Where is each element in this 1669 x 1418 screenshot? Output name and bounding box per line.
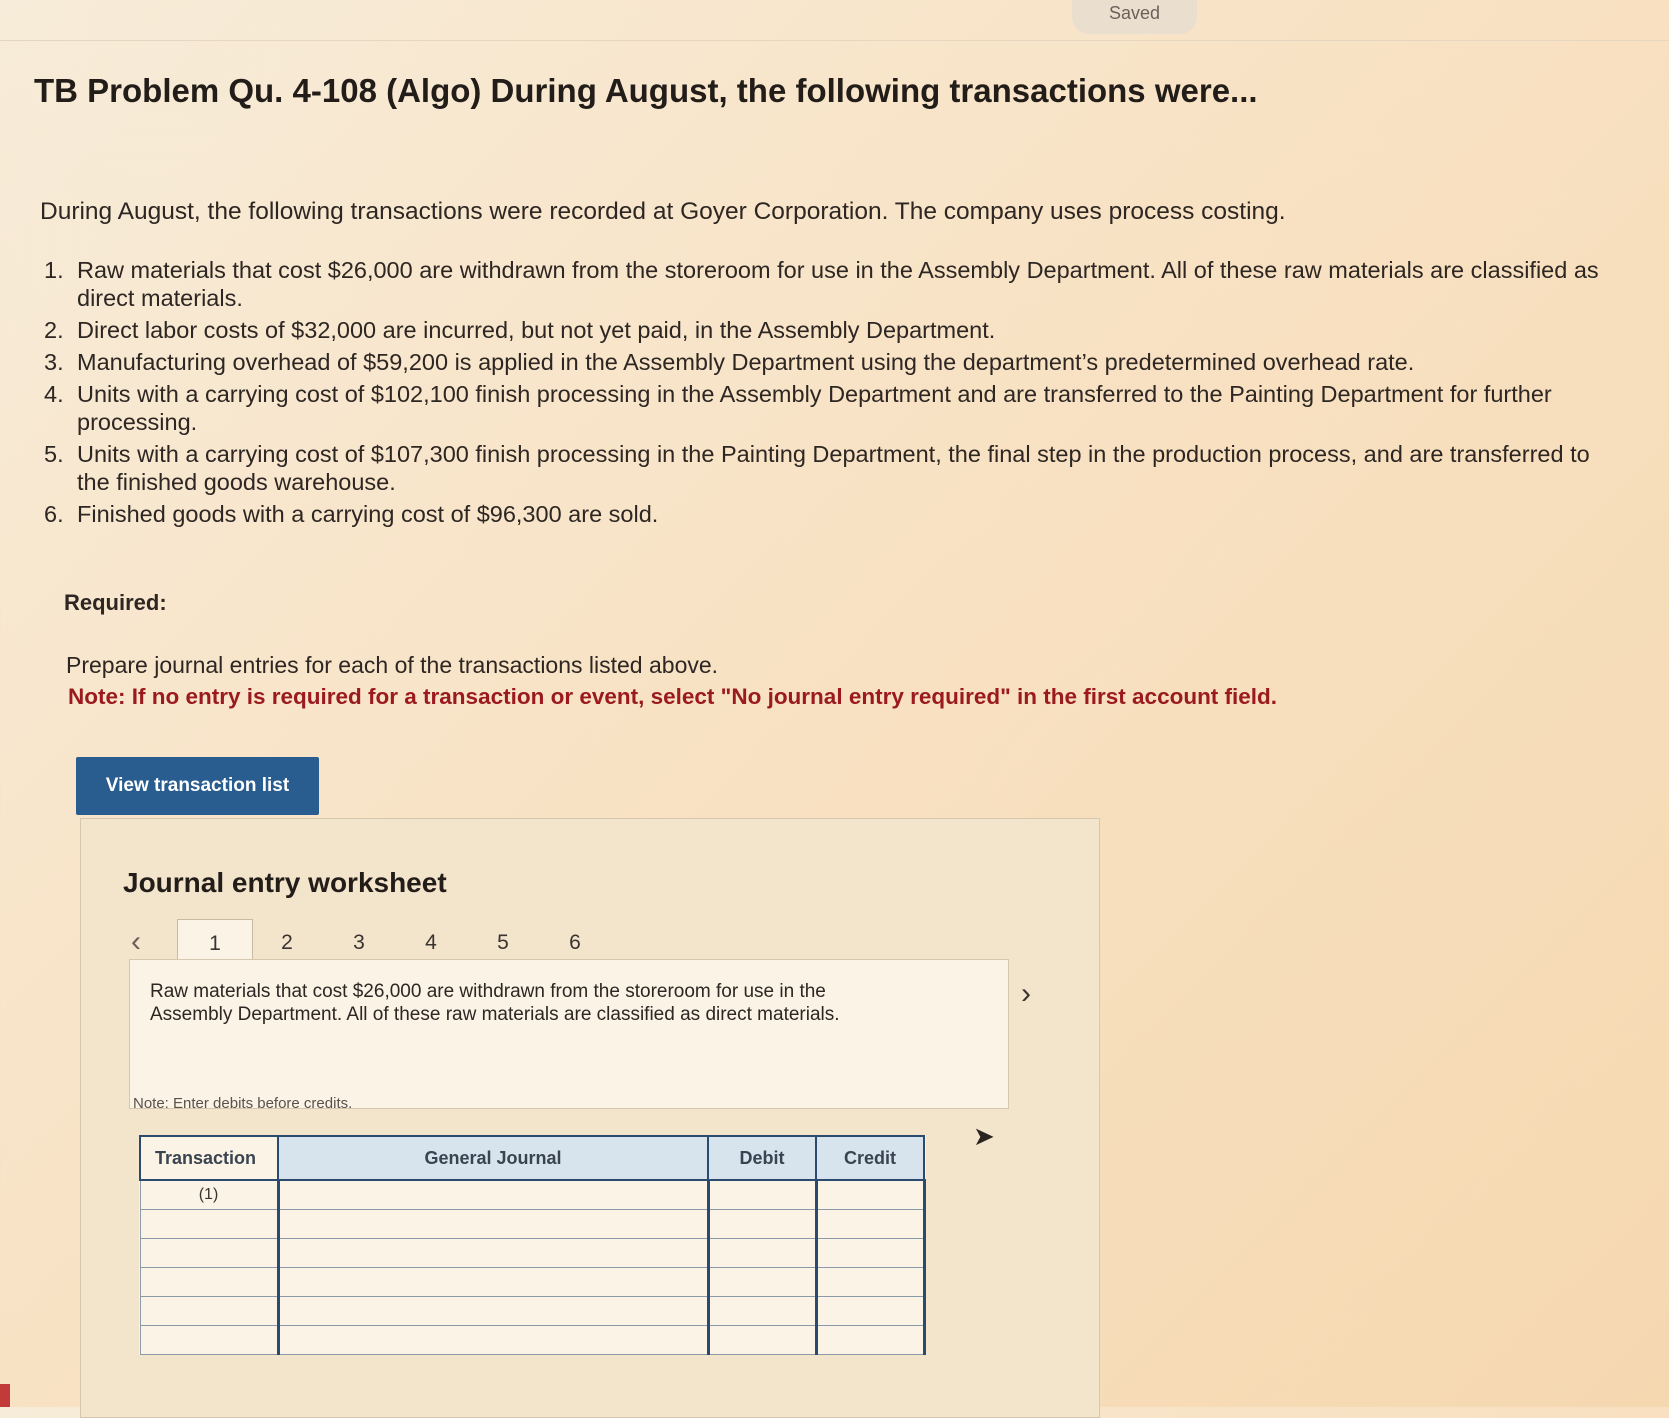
prepare-instruction: Prepare journal entries for each of the … bbox=[66, 652, 719, 678]
saved-status-badge: Saved bbox=[1072, 0, 1197, 34]
transaction-text: Finished goods with a carrying cost of $… bbox=[77, 501, 659, 527]
debit-field[interactable] bbox=[707, 1208, 817, 1239]
required-heading: Required: bbox=[64, 590, 167, 615]
journal-row bbox=[139, 1324, 926, 1355]
credit-field[interactable] bbox=[814, 1208, 926, 1239]
credit-field[interactable] bbox=[814, 1266, 926, 1297]
transaction-cell bbox=[139, 1237, 279, 1268]
debit-field[interactable] bbox=[707, 1295, 817, 1326]
transaction-description: Raw materials that cost $26,000 are with… bbox=[150, 981, 840, 1025]
credit-field[interactable] bbox=[814, 1295, 926, 1326]
journal-entry-worksheet: Journal entry worksheet ‹ 1 2 3 4 5 6 Ra… bbox=[80, 818, 1100, 1418]
transaction-number: 4. bbox=[44, 381, 64, 407]
journal-header-row: Transaction General Journal Debit Credit bbox=[139, 1135, 925, 1181]
chevron-right-icon[interactable]: › bbox=[1021, 977, 1031, 1011]
transaction-cell bbox=[139, 1266, 279, 1297]
red-edge-marker bbox=[0, 1384, 10, 1407]
account-field[interactable] bbox=[276, 1179, 710, 1210]
transaction-number: 5. bbox=[44, 441, 64, 467]
transaction-item: 4. Units with a carrying cost of $102,100… bbox=[44, 380, 1614, 436]
page-title: TB Problem Qu. 4-108 (Algo) During Augus… bbox=[34, 72, 1258, 109]
debit-field[interactable] bbox=[707, 1179, 817, 1210]
transaction-cell bbox=[139, 1208, 279, 1239]
header-credit: Credit bbox=[815, 1135, 925, 1181]
transaction-item: 2. Direct labor costs of $32,000 are incu… bbox=[44, 316, 1614, 344]
transaction-item: 5. Units with a carrying cost of $107,300… bbox=[44, 440, 1614, 496]
transaction-cell: (1) bbox=[139, 1179, 279, 1210]
account-field[interactable] bbox=[276, 1295, 710, 1326]
header-debit: Debit bbox=[707, 1135, 817, 1181]
transaction-item: 3. Manufacturing overhead of $59,200 is a… bbox=[44, 348, 1614, 376]
transaction-text: Manufacturing overhead of $59,200 is app… bbox=[77, 349, 1415, 375]
debit-field[interactable] bbox=[707, 1237, 817, 1268]
journal-row bbox=[139, 1237, 926, 1268]
header-general-journal: General Journal bbox=[277, 1135, 709, 1181]
problem-intro: During August, the following transaction… bbox=[40, 198, 1286, 225]
transaction-text: Units with a carrying cost of $102,100 f… bbox=[77, 381, 1552, 435]
no-entry-note: Note: If no entry is required for a tran… bbox=[68, 684, 1278, 709]
transaction-list: 1. Raw materials that cost $26,000 are wi… bbox=[44, 256, 1614, 532]
header-transaction: Transaction bbox=[139, 1135, 279, 1181]
debits-before-credits-note: Note: Enter debits before credits. bbox=[133, 1095, 353, 1112]
transaction-item: 6. Finished goods with a carrying cost of… bbox=[44, 500, 1614, 528]
worksheet-title: Journal entry worksheet bbox=[123, 867, 447, 898]
credit-field[interactable] bbox=[814, 1179, 926, 1210]
transaction-text: Raw materials that cost $26,000 are with… bbox=[77, 257, 1599, 311]
journal-row bbox=[139, 1295, 926, 1326]
chevron-left-icon[interactable]: ‹ bbox=[131, 925, 141, 959]
journal-row bbox=[139, 1208, 926, 1239]
account-field[interactable] bbox=[276, 1324, 710, 1355]
transaction-number: 2. bbox=[44, 317, 64, 343]
transaction-text: Units with a carrying cost of $107,300 f… bbox=[77, 441, 1590, 495]
transaction-cell bbox=[139, 1295, 279, 1326]
transaction-cell bbox=[139, 1324, 279, 1355]
transaction-text: Direct labor costs of $32,000 are incurr… bbox=[77, 317, 996, 343]
debit-field[interactable] bbox=[707, 1266, 817, 1297]
journal-row: (1) bbox=[139, 1179, 926, 1210]
credit-field[interactable] bbox=[814, 1324, 926, 1355]
journal-table: Transaction General Journal Debit Credit… bbox=[139, 1135, 926, 1355]
account-field[interactable] bbox=[276, 1266, 710, 1297]
transaction-number: 6. bbox=[44, 501, 64, 527]
view-transaction-list-button[interactable]: View transaction list bbox=[76, 757, 319, 815]
account-field[interactable] bbox=[276, 1237, 710, 1268]
header-divider bbox=[0, 40, 1669, 41]
debit-field[interactable] bbox=[707, 1324, 817, 1355]
journal-row bbox=[139, 1266, 926, 1297]
credit-field[interactable] bbox=[814, 1237, 926, 1268]
transaction-number: 3. bbox=[44, 349, 64, 375]
transaction-item: 1. Raw materials that cost $26,000 are wi… bbox=[44, 256, 1614, 312]
transaction-number: 1. bbox=[44, 257, 64, 283]
account-field[interactable] bbox=[276, 1208, 710, 1239]
mouse-cursor-icon: ➤ bbox=[973, 1121, 995, 1151]
transaction-description-box: Raw materials that cost $26,000 are with… bbox=[129, 959, 1009, 1109]
